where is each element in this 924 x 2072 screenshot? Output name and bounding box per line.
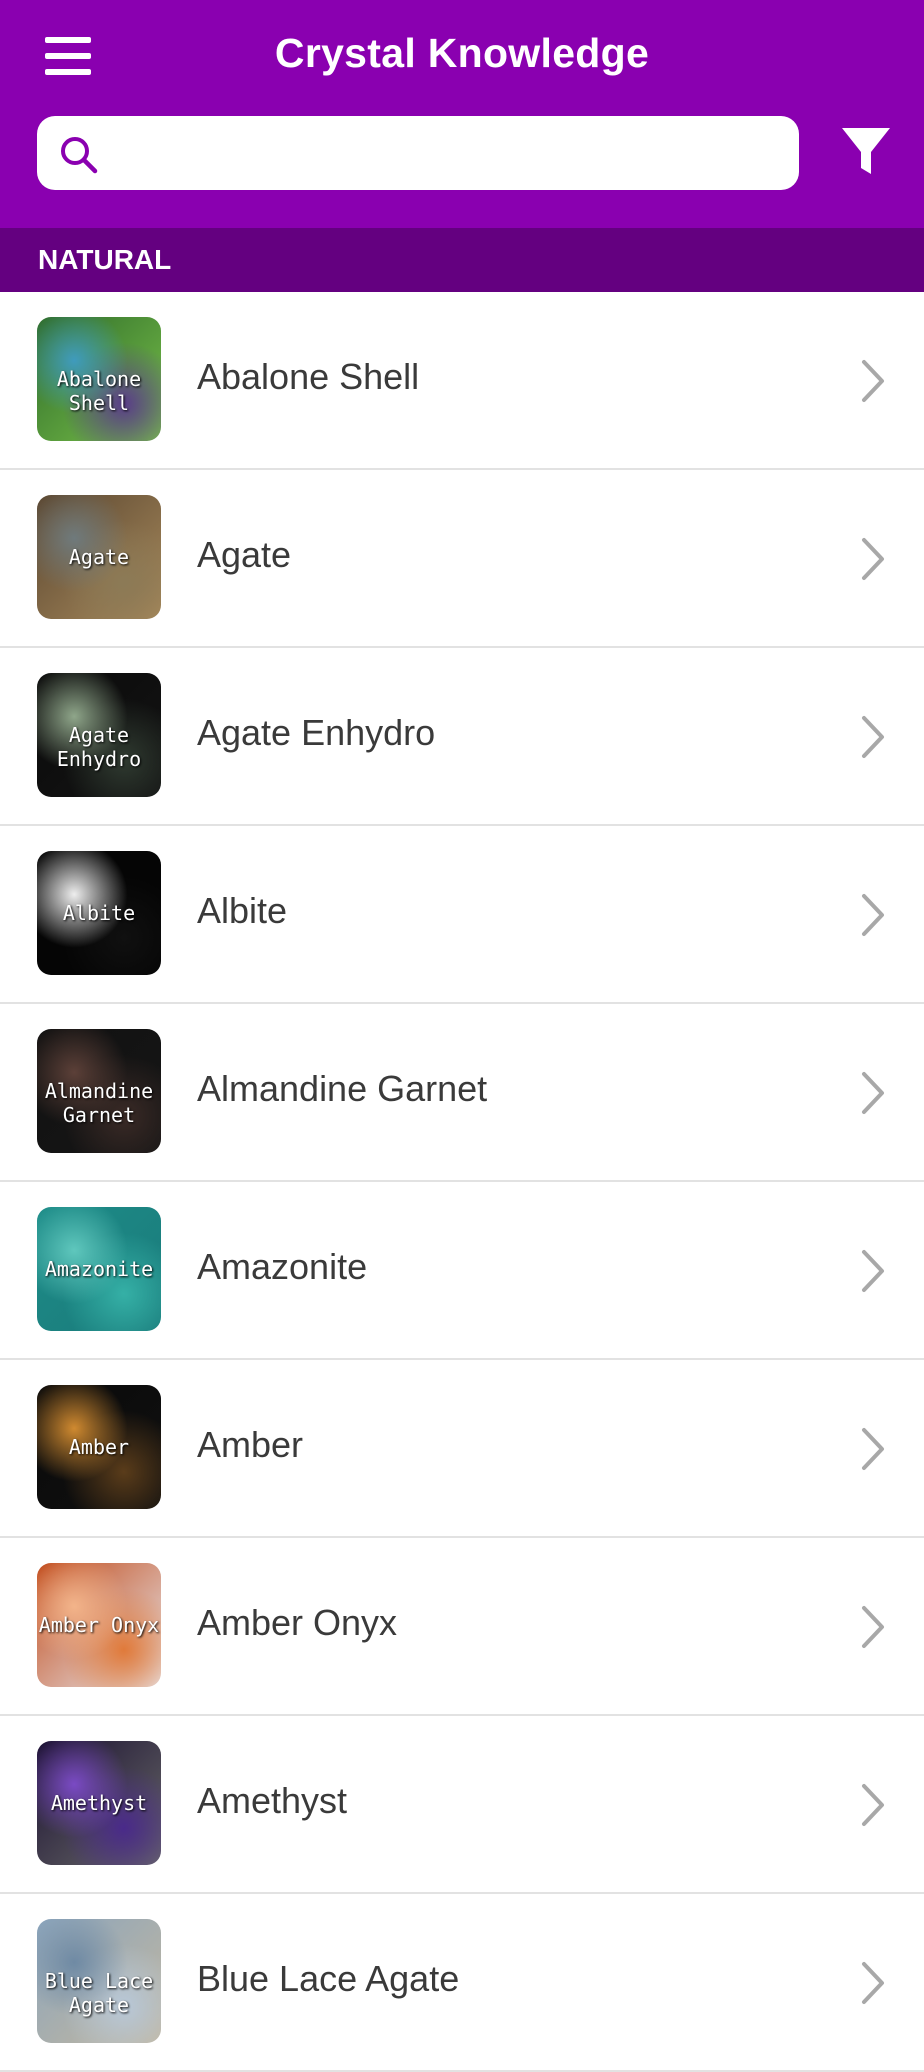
- thumbnail-caption: Abalone Shell: [56, 367, 142, 415]
- crystal-thumbnail: Agate Enhydro: [37, 673, 161, 797]
- thumbnail-caption: Agate Enhydro: [56, 723, 142, 771]
- thumbnail-caption: Blue Lace Agate: [44, 1969, 154, 2017]
- crystal-name: Almandine Garnet: [197, 1068, 488, 1109]
- crystal-name: Agate: [197, 534, 292, 575]
- crystal-name: Albite: [197, 890, 288, 931]
- chevron-right-icon: [862, 1784, 884, 1826]
- crystal-thumbnail: Blue Lace Agate: [37, 1919, 161, 2043]
- crystal-list: Abalone Shell Abalone Shell Agate Agate Agat…: [0, 292, 924, 2072]
- thumbnail-caption: Almandine Garnet: [44, 1079, 154, 1127]
- list-item[interactable]: Amazonite Amazonite: [0, 1182, 924, 1360]
- search-icon: [61, 137, 98, 174]
- crystal-thumbnail: Albite: [37, 851, 161, 975]
- crystal-thumbnail: Agate: [37, 495, 161, 619]
- list-item[interactable]: Almandine Garnet Almandine Garnet: [0, 1004, 924, 1182]
- crystal-thumbnail: Amber Onyx: [37, 1563, 161, 1687]
- crystal-name: Amazonite: [197, 1246, 368, 1287]
- thumbnail-caption: Agate: [68, 545, 130, 569]
- chevron-right-icon: [862, 894, 884, 936]
- crystal-name: Blue Lace Agate: [197, 1958, 460, 1999]
- chevron-right-icon: [862, 1072, 884, 1114]
- crystal-name: Agate Enhydro: [197, 712, 436, 753]
- chevron-right-icon: [862, 360, 884, 402]
- chevron-right-icon: [862, 538, 884, 580]
- crystal-thumbnail: Abalone Shell: [37, 317, 161, 441]
- section-label: NATURAL: [38, 244, 172, 275]
- list-item[interactable]: Amethyst Amethyst: [0, 1716, 924, 1894]
- thumbnail-caption: Amazonite: [44, 1257, 154, 1281]
- list-item[interactable]: Amber Amber: [0, 1360, 924, 1538]
- crystal-name: Abalone Shell: [197, 356, 420, 397]
- crystal-thumbnail: Amazonite: [37, 1207, 161, 1331]
- thumbnail-caption: Albite: [62, 901, 136, 925]
- list-item[interactable]: Abalone Shell Abalone Shell: [0, 292, 924, 470]
- list-item[interactable]: Agate Agate: [0, 470, 924, 648]
- list-item[interactable]: Agate Enhydro Agate Enhydro: [0, 648, 924, 826]
- crystal-name: Amethyst: [197, 1780, 348, 1821]
- chevron-right-icon: [862, 1250, 884, 1292]
- filter-icon[interactable]: [840, 124, 892, 180]
- chevron-right-icon: [862, 716, 884, 758]
- app-header: Crystal Knowledge: [0, 0, 924, 228]
- search-input[interactable]: [117, 126, 781, 182]
- chevron-right-icon: [862, 1962, 884, 2004]
- section-header: NATURAL: [0, 228, 924, 292]
- crystal-thumbnail: Amber: [37, 1385, 161, 1509]
- chevron-right-icon: [862, 1428, 884, 1470]
- crystal-name: Amber Onyx: [197, 1602, 398, 1643]
- crystal-thumbnail: Amethyst: [37, 1741, 161, 1865]
- thumbnail-caption: Amber: [68, 1435, 130, 1459]
- chevron-right-icon: [862, 1606, 884, 1648]
- crystal-thumbnail: Almandine Garnet: [37, 1029, 161, 1153]
- list-item[interactable]: Blue Lace Agate Blue Lace Agate: [0, 1894, 924, 2072]
- thumbnail-caption: Amethyst: [50, 1791, 148, 1815]
- crystal-name: Amber: [197, 1424, 304, 1465]
- page-title: Crystal Knowledge: [274, 30, 650, 76]
- list-item[interactable]: Albite Albite: [0, 826, 924, 1004]
- list-item[interactable]: Amber Onyx Amber Onyx: [0, 1538, 924, 1716]
- thumbnail-caption: Amber Onyx: [38, 1613, 160, 1637]
- search-bar[interactable]: [37, 116, 799, 190]
